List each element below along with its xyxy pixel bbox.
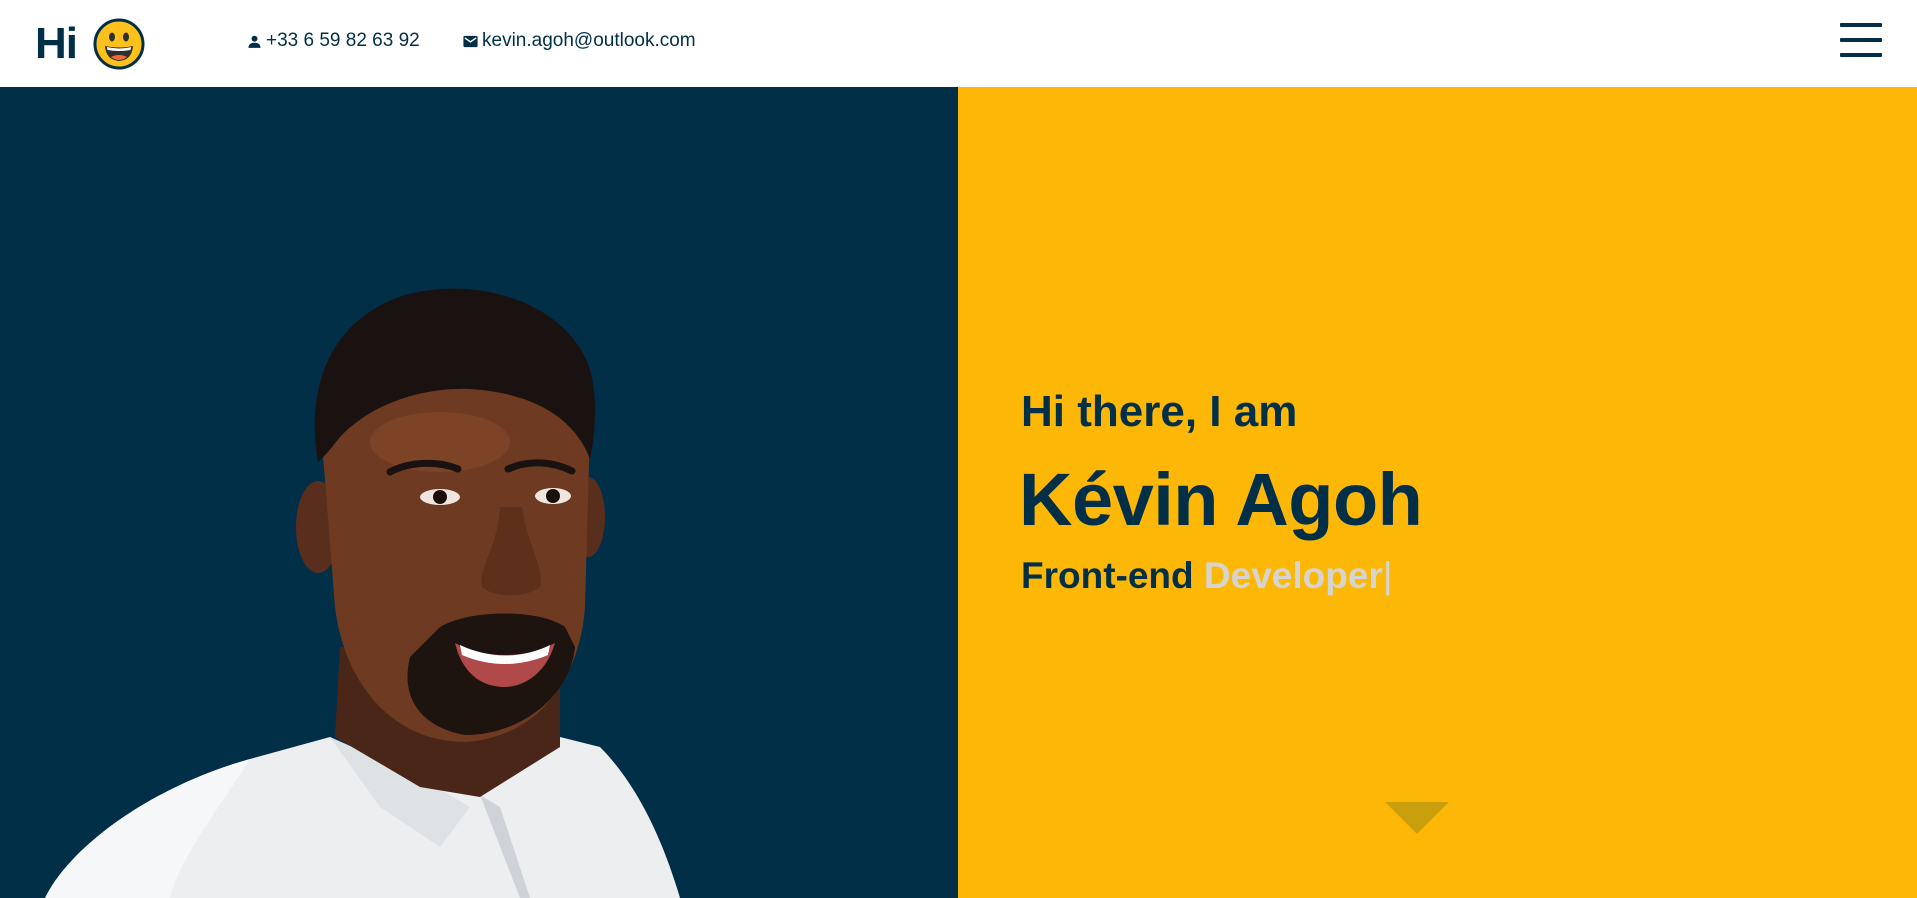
role-typed-text: Developer [1203,555,1383,596]
site-header: Hi +33 6 59 82 63 92 kevin.agoh@outlook.… [0,0,1917,87]
person-icon [248,35,261,48]
envelope-icon [463,35,478,47]
role-line: Front-end Developer| [1021,555,1392,597]
greeting-text: Hi there, I am [1021,387,1298,436]
portrait-panel [0,87,958,898]
grinning-face-icon [93,18,145,70]
email-address: kevin.agoh@outlook.com [482,30,696,51]
phone-contact[interactable]: +33 6 59 82 63 92 [246,28,420,54]
role-prefix: Front-end [1021,555,1194,596]
typing-cursor: | [1382,555,1393,596]
menu-bar [1840,53,1882,57]
email-contact[interactable]: kevin.agoh@outlook.com [462,28,696,54]
portrait-photo [45,288,680,898]
phone-number: +33 6 59 82 63 92 [266,30,420,51]
intro-panel: Hi there, I am Kévin Agoh Front-end Deve… [958,87,1917,898]
hero-name: Kévin Agoh [1019,458,1423,541]
logo[interactable]: Hi [35,17,145,71]
triangle-down-icon[interactable] [1385,802,1449,834]
menu-bar [1840,38,1882,42]
logo-text: Hi [35,19,78,68]
menu-bar [1840,23,1882,27]
hamburger-menu-icon[interactable] [1840,23,1882,57]
